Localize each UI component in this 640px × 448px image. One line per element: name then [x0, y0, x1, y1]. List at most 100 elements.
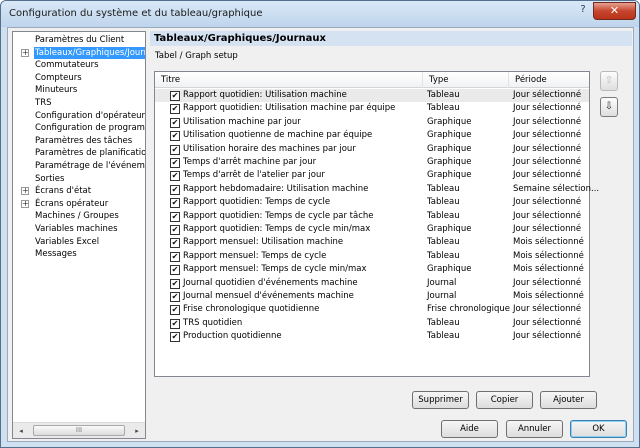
row-type: Tableau [427, 250, 460, 261]
row-title: Utilisation horaire des machines par jou… [183, 143, 356, 154]
ok-button[interactable]: OK [570, 420, 627, 438]
column-header-title[interactable]: Titre [155, 72, 423, 88]
row-period: Mois sélectionné [513, 291, 584, 301]
table-row[interactable]: ✔ Rapport hebdomadaire: Utilisation machi… [155, 183, 599, 196]
table-row[interactable]: ✔ Utilisation horaire des machines par jo… [155, 143, 589, 156]
row-checkbox[interactable]: ✔ [170, 184, 180, 195]
row-checkbox[interactable]: ✔ [170, 117, 180, 128]
row-period: Semaine sélection... [513, 183, 600, 194]
row-title: Rapport mensuel: Utilisation machine [183, 237, 344, 248]
row-checkbox[interactable]: ✔ [170, 265, 180, 276]
scroll-left-icon[interactable]: ◂ [16, 426, 26, 436]
config-window: Configuration du système et du tableau/g… [0, 0, 640, 448]
tree-item-label: Configuration de programme [35, 123, 145, 134]
table-row[interactable]: ✔ Utilisation machine par jour Graphique Jo… [155, 116, 589, 129]
column-header-period[interactable]: Période [509, 72, 589, 88]
table-row[interactable]: ✔ Rapport mensuel: Temps de cycle min/max… [155, 263, 589, 276]
tree-item-label: TRS [35, 98, 52, 108]
row-type: Tableau [427, 331, 460, 342]
row-type: Tableau [427, 90, 460, 100]
expand-icon[interactable]: + [21, 187, 29, 196]
table-row[interactable]: ✔ Rapport quotidien: Utilisation machine T… [155, 89, 589, 103]
row-period: Jour sélectionné [513, 331, 582, 342]
settings-panel: Tableaux/Graphiques/Journaux Tabel / Gra… [150, 31, 632, 439]
row-checkbox[interactable]: ✔ [170, 318, 180, 329]
tree-item-label: Paramétrage de l'événement [35, 161, 145, 171]
row-period: Jour sélectionné [513, 317, 582, 328]
row-checkbox[interactable]: ✔ [170, 225, 180, 235]
row-checkbox[interactable]: ✔ [170, 238, 180, 249]
scroll-right-icon[interactable]: ▸ [132, 426, 142, 436]
row-checkbox[interactable]: ✔ [170, 158, 180, 168]
expand-icon[interactable]: + [21, 48, 29, 57]
row-title: Rapport quotidien: Temps de cycle min/ma… [183, 224, 371, 234]
tree-item-label: Configuration d'opérateur [35, 110, 146, 121]
expand-icon[interactable]: + [21, 199, 29, 208]
row-type: Graphique [427, 143, 472, 154]
table-row[interactable]: ✔ Rapport quotidien: Temps de cycle Tablea… [155, 196, 589, 209]
add-button[interactable]: Ajouter [540, 391, 597, 409]
tree-item-label: Écrans opérateur [35, 198, 109, 209]
delete-button[interactable]: Supprimer [412, 391, 469, 409]
table-row[interactable]: ✔ Rapport mensuel: Temps de cycle Tableau M… [155, 250, 589, 263]
tree-item-label: Paramètres de planification [35, 148, 146, 159]
row-type: Graphique [427, 157, 472, 167]
cancel-button[interactable]: Annuler [506, 420, 563, 438]
row-title: Journal mensuel d'événements machine [183, 291, 354, 301]
row-checkbox[interactable]: ✔ [170, 171, 180, 182]
row-period: Jour sélectionné [513, 157, 582, 167]
table-row[interactable]: ✔ Rapport quotidien: Utilisation machine … [155, 102, 589, 115]
row-checkbox[interactable]: ✔ [170, 305, 180, 316]
row-checkbox[interactable]: ✔ [170, 144, 180, 155]
row-title: Production quotidienne [183, 331, 282, 342]
row-title: Utilisation quotienne de machine par équ… [183, 130, 373, 141]
row-checkbox[interactable]: ✔ [170, 278, 180, 289]
row-title: Utilisation machine par jour [183, 116, 301, 127]
table-row[interactable]: ✔ Rapport mensuel: Utilisation machine Tab… [155, 236, 589, 249]
tree-item-label: Compteurs [35, 72, 82, 83]
help-icon[interactable]: ? [574, 2, 592, 19]
row-type: Graphique [427, 224, 472, 234]
table-row[interactable]: ✔ Production quotidienne Tableau Jour sélec… [155, 330, 589, 343]
table-header: Titre Type Période [155, 72, 589, 88]
row-checkbox[interactable]: ✔ [170, 251, 180, 262]
tree-horizontal-scrollbar[interactable]: ◂ III ▸ [13, 422, 145, 438]
title-bar[interactable]: Configuration du système et du tableau/g… [1, 1, 639, 27]
copy-button[interactable]: Copier [476, 391, 533, 409]
table-row[interactable]: ✔ Journal quotidien d'événements machine J… [155, 277, 589, 290]
row-checkbox[interactable]: ✔ [170, 332, 180, 343]
move-up-button[interactable]: ⇧ [600, 71, 618, 91]
scroll-thumb[interactable]: III [33, 425, 125, 436]
row-checkbox[interactable]: ✔ [170, 131, 180, 142]
row-title: Rapport quotidien: Temps de cycle par tâ… [183, 210, 374, 221]
row-checkbox[interactable]: ✔ [170, 198, 180, 209]
row-title: Temps d'arrêt machine par jour [183, 157, 317, 167]
table-row[interactable]: ✔ TRS quotidien Tableau Jour sélectionné [155, 317, 589, 330]
column-header-type[interactable]: Type [423, 72, 509, 88]
row-type: Tableau [427, 317, 460, 328]
move-down-button[interactable]: ⇩ [600, 97, 618, 117]
close-button[interactable]: ✕ [593, 2, 636, 20]
row-period: Mois sélectionné [513, 264, 584, 275]
table-row[interactable]: ✔ Frise chronologique quotidienne Frise ch… [155, 303, 589, 316]
table-row[interactable]: ✔ Utilisation quotienne de machine par éq… [155, 129, 589, 142]
tree-item-label: Variables machines [35, 224, 118, 234]
row-period: Mois sélectionné [513, 237, 584, 248]
row-period: Mois sélectionné [513, 250, 584, 261]
table-row[interactable]: ✔ Rapport quotidien: Temps de cycle par t… [155, 210, 589, 223]
row-checkbox[interactable]: ✔ [170, 104, 180, 115]
tree-item-label: Paramètres des tâches [35, 135, 133, 146]
table-row[interactable]: ✔ Journal mensuel d'événements machine Jou… [155, 290, 589, 303]
table-row[interactable]: ✔ Temps d'arrêt de l'atelier par jour Grap… [155, 169, 589, 182]
row-checkbox[interactable]: ✔ [170, 91, 180, 101]
row-checkbox[interactable]: ✔ [170, 292, 180, 302]
row-checkbox[interactable]: ✔ [170, 211, 180, 222]
table-row[interactable]: ✔ Rapport quotidien: Temps de cycle min/m… [155, 223, 589, 236]
row-title: Rapport quotidien: Utilisation machine [183, 90, 347, 100]
tree-item-label: Machines / Groupes [35, 211, 119, 222]
tree-item-label: Minuteurs [35, 85, 78, 96]
table-row[interactable]: ✔ Temps d'arrêt machine par jour Graphique… [155, 156, 589, 169]
tree-item-label: Commutateurs [35, 60, 99, 71]
row-title: Rapport mensuel: Temps de cycle [183, 250, 327, 261]
help-button[interactable]: Aide [441, 420, 498, 438]
